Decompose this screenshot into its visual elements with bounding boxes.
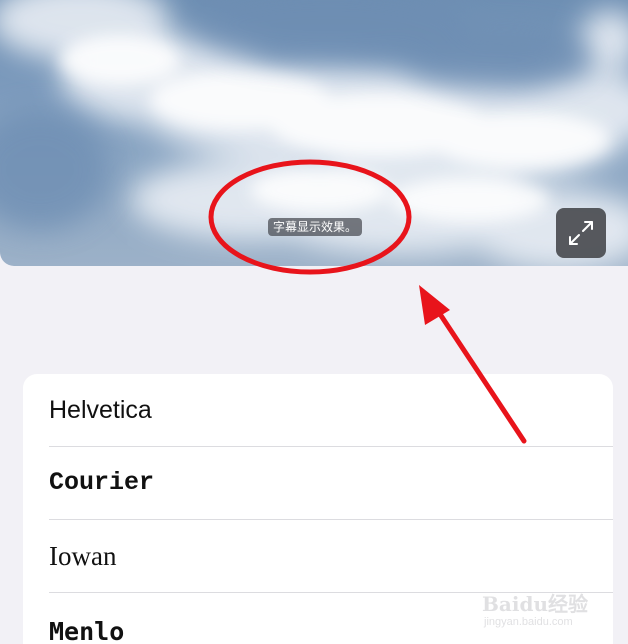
watermark: Baidu经验 jingyan.baidu.com <box>480 586 620 636</box>
screen: 字幕显示效果。 Helvetica Courier Iowan Menlo Ba… <box>0 0 628 644</box>
font-option-label: Menlo <box>49 617 125 644</box>
font-option-label: Courier <box>49 468 155 497</box>
subtitle-caption: 字幕显示效果。 <box>268 218 363 236</box>
fullscreen-button[interactable] <box>556 208 606 258</box>
watermark-url: jingyan.baidu.com <box>484 616 573 628</box>
font-option-label: Helvetica <box>49 396 152 424</box>
font-option-iowan[interactable]: Iowan <box>49 520 613 593</box>
video-preview[interactable]: 字幕显示效果。 <box>0 0 628 266</box>
watermark-brand: Baidu经验 <box>482 592 588 616</box>
pointer-arrow-head <box>419 285 450 325</box>
font-option-courier[interactable]: Courier <box>49 447 613 520</box>
font-option-helvetica[interactable]: Helvetica <box>49 374 613 447</box>
font-option-label: Iowan <box>49 541 117 571</box>
expand-arrows-icon <box>569 221 593 245</box>
